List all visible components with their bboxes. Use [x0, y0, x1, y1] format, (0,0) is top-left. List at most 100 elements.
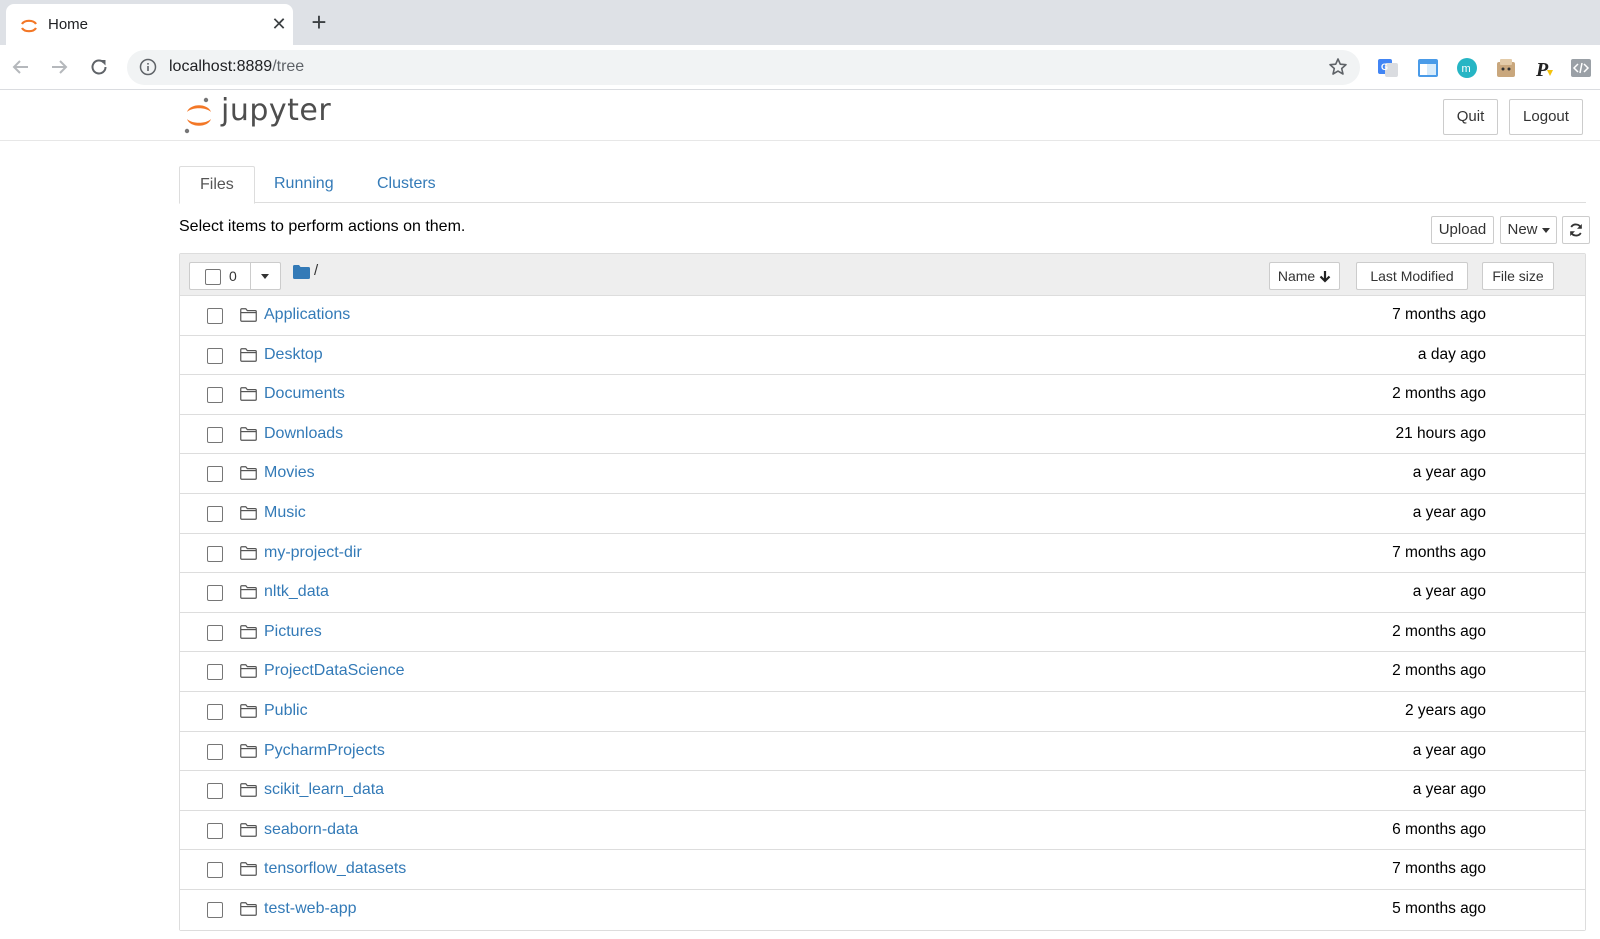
- file-link[interactable]: my-project-dir: [264, 544, 362, 562]
- file-link[interactable]: Downloads: [264, 425, 343, 443]
- info-icon[interactable]: [139, 58, 157, 76]
- file-list: 0 / Name Last Modified File size Applica…: [179, 253, 1586, 931]
- file-row[interactable]: Desktop a day ago: [180, 335, 1585, 376]
- file-row-checkbox[interactable]: [207, 624, 223, 641]
- file-row[interactable]: Downloads 21 hours ago: [180, 414, 1585, 455]
- folder-icon[interactable]: [293, 265, 310, 279]
- file-row-checkbox[interactable]: [207, 308, 223, 324]
- file-link[interactable]: scikit_learn_data: [264, 781, 384, 799]
- file-link[interactable]: test-web-app: [264, 900, 357, 918]
- file-link[interactable]: PycharmProjects: [264, 742, 385, 760]
- refresh-button[interactable]: [1562, 216, 1590, 244]
- file-row-checkbox[interactable]: [207, 347, 223, 364]
- file-link[interactable]: Public: [264, 702, 308, 720]
- svg-text:G: G: [1381, 62, 1388, 72]
- file-row[interactable]: Pictures 2 months ago: [180, 612, 1585, 653]
- back-arrow-icon[interactable]: [8, 54, 34, 80]
- sort-name-button[interactable]: Name: [1269, 262, 1340, 290]
- jupyter-logo-text[interactable]: jupyter: [221, 93, 331, 128]
- file-row-checkbox[interactable]: [207, 505, 223, 522]
- quit-button[interactable]: Quit: [1443, 99, 1498, 135]
- folder-icon: [240, 783, 257, 797]
- file-row[interactable]: Movies a year ago: [180, 454, 1585, 494]
- selection-hint: Select items to perform actions on them.: [179, 218, 466, 235]
- box-extension-icon[interactable]: [1495, 57, 1517, 79]
- last-modified: 6 months ago: [1392, 820, 1486, 838]
- file-row[interactable]: Music a year ago: [180, 493, 1585, 534]
- file-link[interactable]: Desktop: [264, 346, 323, 364]
- file-row-checkbox[interactable]: [207, 862, 223, 879]
- p-extension-icon[interactable]: P: [1533, 57, 1555, 79]
- window-extension-icon[interactable]: [1417, 57, 1439, 79]
- new-tab-button[interactable]: +: [306, 9, 332, 36]
- file-link[interactable]: Music: [264, 504, 306, 522]
- file-row[interactable]: ProjectDataScience 2 months ago: [180, 652, 1585, 692]
- file-link[interactable]: Documents: [264, 385, 345, 403]
- google-translate-icon[interactable]: G: [1377, 57, 1399, 79]
- url-text[interactable]: localhost:8889/tree: [169, 58, 304, 76]
- file-row[interactable]: nltk_data a year ago: [180, 573, 1585, 613]
- tab-clusters[interactable]: Clusters: [357, 166, 456, 203]
- selected-count: 0: [229, 268, 237, 284]
- last-modified: a day ago: [1417, 345, 1486, 363]
- folder-icon: [240, 664, 257, 679]
- select-dropdown-button[interactable]: [250, 263, 281, 289]
- last-modified: 7 months ago: [1392, 543, 1486, 561]
- file-row[interactable]: scikit_learn_data a year ago: [180, 771, 1585, 811]
- file-rows: Applications 7 months ago Desktop a day ago…: [180, 296, 1585, 930]
- file-row[interactable]: Public 2 years ago: [180, 691, 1585, 732]
- file-row[interactable]: Applications 7 months ago: [180, 296, 1585, 336]
- file-row-checkbox[interactable]: [207, 466, 223, 483]
- file-link[interactable]: Movies: [264, 464, 315, 482]
- file-row-checkbox[interactable]: [207, 822, 223, 839]
- address-bar[interactable]: localhost:8889/tree: [127, 50, 1360, 85]
- file-row-checkbox[interactable]: [207, 545, 223, 562]
- file-row[interactable]: test-web-app 5 months ago: [180, 889, 1585, 930]
- file-row[interactable]: Documents 2 months ago: [180, 375, 1585, 415]
- file-link[interactable]: ProjectDataScience: [264, 662, 405, 680]
- file-row-checkbox[interactable]: [207, 703, 223, 720]
- file-row[interactable]: PycharmProjects a year ago: [180, 731, 1585, 772]
- file-row-checkbox[interactable]: [207, 743, 223, 760]
- tab-files[interactable]: Files: [179, 166, 255, 204]
- m-circle-extension-icon[interactable]: m: [1456, 57, 1478, 79]
- reload-icon[interactable]: [86, 54, 112, 80]
- file-row-checkbox[interactable]: [207, 585, 223, 602]
- file-row-checkbox[interactable]: [207, 664, 223, 681]
- browser-tab-strip: Home ✕ +: [0, 0, 1600, 45]
- file-row[interactable]: my-project-dir 7 months ago: [180, 533, 1585, 574]
- last-modified: 2 months ago: [1392, 662, 1486, 680]
- sort-last-modified-button[interactable]: Last Modified: [1356, 262, 1468, 290]
- bookmark-star-icon[interactable]: [1328, 57, 1348, 77]
- last-modified: a year ago: [1412, 503, 1486, 521]
- tab-running[interactable]: Running: [254, 166, 354, 203]
- sort-file-size-button[interactable]: File size: [1482, 262, 1554, 290]
- browser-tab-home[interactable]: Home ✕: [6, 4, 293, 45]
- chevron-down-icon: [261, 274, 269, 279]
- file-link[interactable]: Pictures: [264, 623, 322, 641]
- select-all-checkbox[interactable]: [205, 269, 221, 285]
- forward-arrow-icon[interactable]: [46, 54, 72, 80]
- file-link[interactable]: seaborn-data: [264, 821, 358, 839]
- file-row[interactable]: seaborn-data 6 months ago: [180, 810, 1585, 851]
- file-row-checkbox[interactable]: [207, 387, 223, 404]
- file-link[interactable]: tensorflow_datasets: [264, 860, 406, 878]
- jupyter-logo-icon[interactable]: [182, 95, 218, 135]
- file-row-checkbox[interactable]: [207, 426, 223, 443]
- file-row[interactable]: tensorflow_datasets 7 months ago: [180, 850, 1585, 890]
- last-modified: 2 months ago: [1392, 385, 1486, 403]
- code-extension-icon[interactable]: [1570, 57, 1592, 79]
- upload-button[interactable]: Upload: [1431, 216, 1494, 244]
- file-link[interactable]: nltk_data: [264, 583, 329, 601]
- folder-icon: [240, 506, 257, 520]
- file-row-checkbox[interactable]: [207, 783, 223, 800]
- folder-icon: [240, 387, 257, 402]
- breadcrumb[interactable]: /: [314, 262, 318, 279]
- file-row-checkbox[interactable]: [207, 901, 223, 918]
- logout-button[interactable]: Logout: [1509, 99, 1583, 135]
- new-button[interactable]: New: [1500, 216, 1557, 244]
- folder-icon: [240, 862, 257, 877]
- close-icon[interactable]: ✕: [268, 13, 290, 35]
- file-link[interactable]: Applications: [264, 306, 350, 324]
- select-all-control[interactable]: 0: [189, 262, 281, 290]
